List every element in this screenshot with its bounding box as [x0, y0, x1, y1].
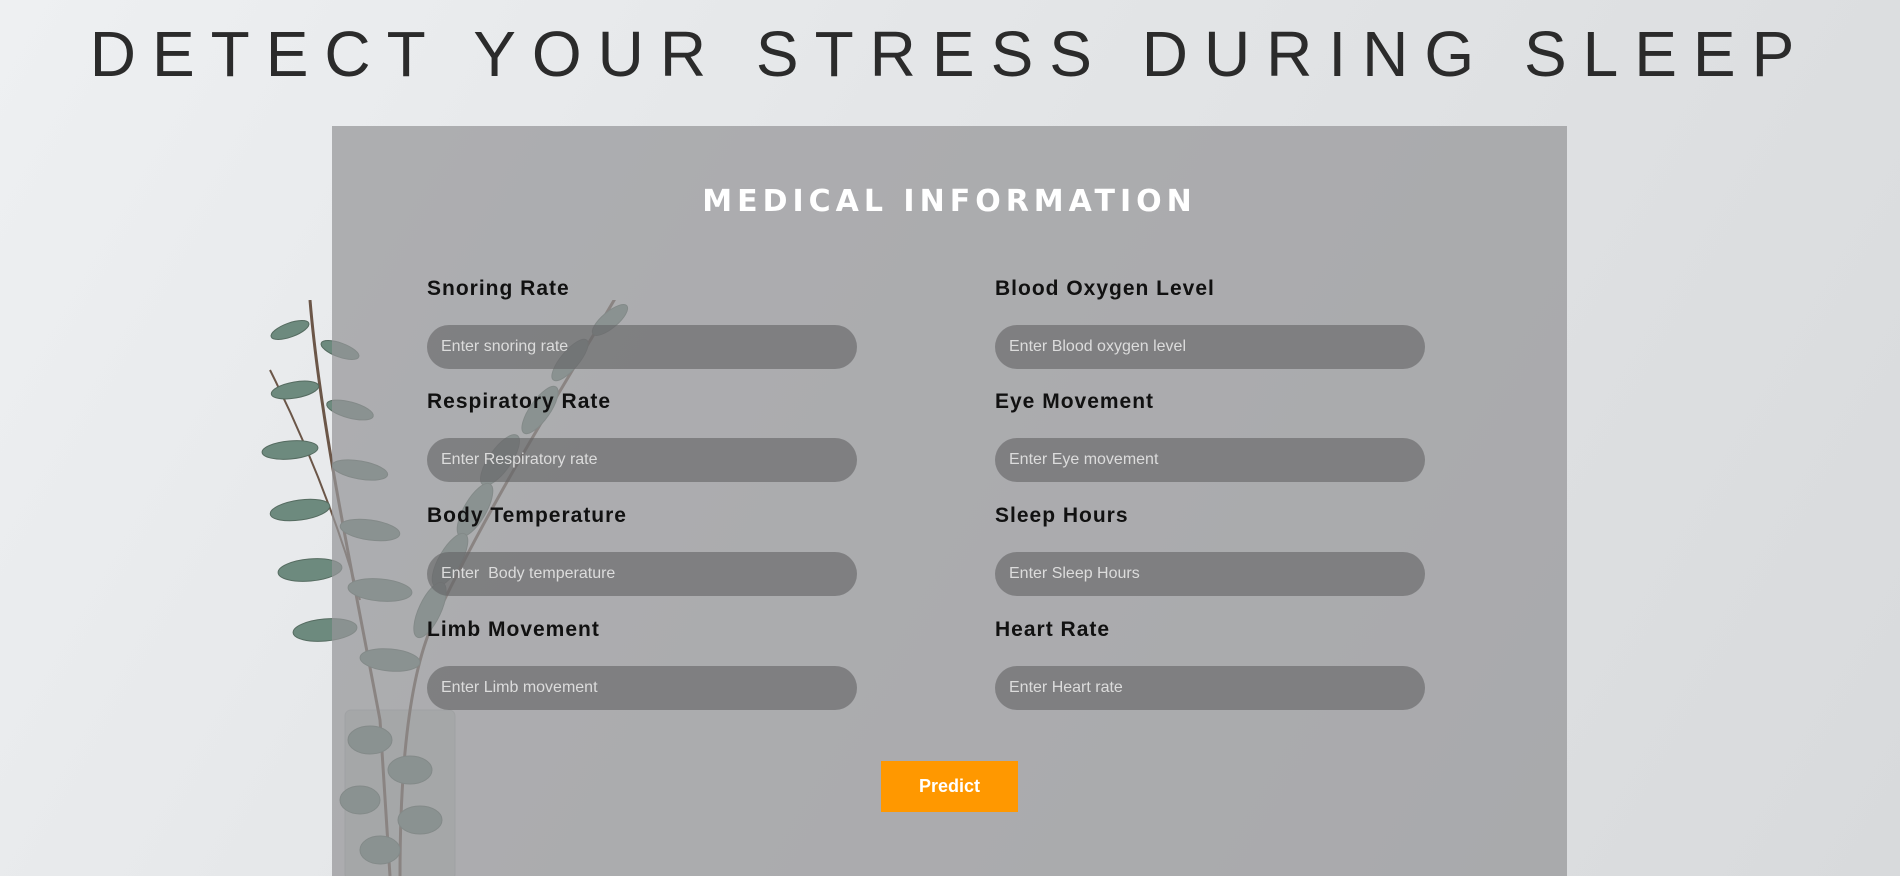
respiratory-rate-input[interactable]: [427, 438, 857, 482]
body-temperature-label: Body Temperature: [427, 504, 627, 527]
eye-movement-label: Eye Movement: [995, 390, 1155, 413]
form-title: MEDICAL INFORMATION: [702, 184, 1197, 219]
blood-oxygen-label: Blood Oxygen Level: [995, 277, 1215, 300]
sleep-hours-input[interactable]: [995, 552, 1425, 596]
respiratory-rate-field: Respiratory Rate: [427, 389, 857, 482]
limb-movement-input[interactable]: [427, 666, 857, 710]
medical-info-card: MEDICAL INFORMATION Snoring Rate Blood O…: [332, 126, 1567, 876]
blood-oxygen-input[interactable]: [995, 325, 1425, 369]
body-temperature-input[interactable]: [427, 552, 857, 596]
heart-rate-label: Heart Rate: [995, 618, 1111, 641]
eye-movement-field: Eye Movement: [995, 389, 1425, 482]
sleep-hours-field: Sleep Hours: [995, 503, 1425, 596]
snoring-rate-input[interactable]: [427, 325, 857, 369]
page-title: DETECT YOUR STRESS DURING SLEEP: [89, 18, 1811, 90]
limb-movement-field: Limb Movement: [427, 617, 857, 710]
sleep-hours-label: Sleep Hours: [995, 504, 1129, 527]
snoring-rate-label: Snoring Rate: [427, 277, 570, 300]
predict-button[interactable]: Predict: [881, 761, 1018, 812]
blood-oxygen-field: Blood Oxygen Level: [995, 276, 1425, 369]
body-temperature-field: Body Temperature: [427, 503, 857, 596]
eye-movement-input[interactable]: [995, 438, 1425, 482]
limb-movement-label: Limb Movement: [427, 618, 600, 641]
heart-rate-field: Heart Rate: [995, 617, 1425, 710]
heart-rate-input[interactable]: [995, 666, 1425, 710]
respiratory-rate-label: Respiratory Rate: [427, 390, 612, 413]
snoring-rate-field: Snoring Rate: [427, 276, 857, 369]
